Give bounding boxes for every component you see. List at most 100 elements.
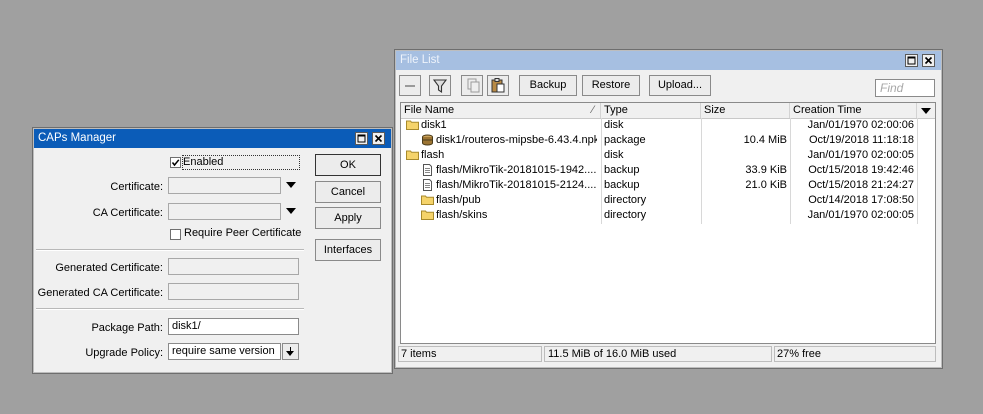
close-icon	[374, 134, 383, 143]
table-row[interactable]: flash disk Jan/01/1970 02:00:05	[401, 148, 933, 163]
apply-button[interactable]: Apply	[315, 207, 381, 229]
file-icon	[421, 179, 434, 192]
file-type-cell: disk	[604, 149, 624, 161]
require-peer-label[interactable]: Require Peer Certificate	[184, 227, 301, 239]
file-name-cell: disk1	[421, 119, 447, 131]
file-name-cell: flash	[421, 149, 445, 161]
file-size-cell	[701, 208, 787, 223]
file-creation-time-cell: Jan/01/1970 02:00:05	[807, 209, 914, 221]
file-type-cell: backup	[604, 164, 640, 176]
generated-certificate-label: Generated Certificate:	[55, 262, 163, 274]
package-icon	[421, 134, 434, 147]
table-row[interactable]: flash/skins directory Jan/01/1970 02:00:05	[401, 208, 933, 223]
upgrade-policy-select[interactable]: require same version	[168, 343, 281, 360]
file-creation-time-cell: Jan/01/1970 02:00:05	[807, 149, 914, 161]
file-type-cell: backup	[604, 179, 640, 191]
file-name-cell: flash/MikroTik-20181015-2124....	[436, 179, 597, 191]
generated-ca-certificate-label: Generated CA Certificate:	[37, 287, 163, 299]
folder-icon	[406, 119, 419, 132]
separator	[36, 308, 304, 310]
generated-certificate-field	[168, 258, 299, 275]
file-size-cell	[701, 118, 787, 133]
remove-button[interactable]	[399, 75, 421, 96]
ca-certificate-label: CA Certificate:	[92, 207, 163, 219]
status-disk-usage: 11.5 MiB of 16.0 MiB used	[544, 346, 772, 362]
upgrade-policy-label: Upgrade Policy:	[85, 347, 163, 359]
separator	[36, 249, 304, 251]
table-row[interactable]: flash/MikroTik-20181015-2124.... backup 21…	[401, 178, 933, 193]
restore-button[interactable]: Restore	[582, 75, 640, 96]
column-header-type[interactable]: Type	[601, 103, 701, 118]
file-type-cell: package	[604, 134, 646, 146]
package-path-input[interactable]: disk1/	[168, 318, 299, 335]
close-button[interactable]	[922, 54, 935, 67]
column-header-size[interactable]: Size	[701, 103, 790, 118]
checkmark-icon	[171, 159, 180, 167]
certificate-dropdown-arrow-icon[interactable]	[286, 182, 296, 188]
file-creation-time-cell: Oct/15/2018 21:24:27	[808, 179, 914, 191]
interfaces-button[interactable]: Interfaces	[315, 239, 381, 261]
file-creation-time-cell: Oct/19/2018 11:18:18	[809, 134, 914, 146]
column-header-file-name[interactable]: File Name ⁄	[401, 103, 601, 118]
filter-icon	[432, 79, 448, 94]
maximize-button[interactable]	[905, 54, 918, 67]
close-button[interactable]	[372, 132, 385, 145]
paste-icon	[491, 78, 505, 93]
file-creation-time-cell: Jan/01/1970 02:00:06	[807, 119, 914, 131]
table-row[interactable]: flash/pub directory Oct/14/2018 17:08:50	[401, 193, 933, 208]
maximize-icon	[907, 56, 916, 65]
file-list-window: File List Backup Restore Upload... Find …	[394, 49, 943, 369]
table-row[interactable]: flash/MikroTik-20181015-1942.... backup 33…	[401, 163, 933, 178]
window-title: CAPs Manager	[38, 132, 116, 144]
file-size-cell: 10.4 MiB	[743, 134, 787, 146]
ok-button[interactable]: OK	[315, 154, 381, 176]
upgrade-policy-dropdown-button[interactable]	[282, 343, 299, 360]
file-list-titlebar[interactable]: File List	[396, 51, 941, 70]
maximize-button[interactable]	[355, 132, 368, 145]
file-type-cell: directory	[604, 209, 647, 221]
certificate-select[interactable]	[168, 177, 281, 194]
caps-manager-titlebar[interactable]: CAPs Manager	[34, 129, 391, 148]
enabled-checkbox[interactable]	[170, 157, 181, 168]
column-menu-arrow-icon	[921, 108, 931, 114]
ca-certificate-select[interactable]	[168, 203, 281, 220]
file-size-cell	[701, 193, 787, 208]
caps-manager-window: CAPs Manager Enabled Certificate: CA Cer…	[32, 127, 393, 374]
file-creation-time-cell: Oct/15/2018 19:42:46	[808, 164, 914, 176]
ca-certificate-dropdown-arrow-icon[interactable]	[286, 208, 296, 214]
copy-icon	[467, 78, 480, 93]
cancel-button[interactable]: Cancel	[315, 181, 381, 203]
copy-button[interactable]	[461, 75, 483, 96]
require-peer-checkbox[interactable]	[170, 229, 181, 240]
package-path-label: Package Path:	[91, 322, 163, 334]
table-row[interactable]: disk1/routeros-mipsbe-6.43.4.npk package 1…	[401, 133, 933, 148]
table-row[interactable]: disk1 disk Jan/01/1970 02:00:06	[401, 118, 933, 133]
minus-icon	[405, 85, 415, 87]
file-size-cell: 33.9 KiB	[745, 164, 787, 176]
dropdown-arrow-icon	[286, 347, 295, 356]
folder-icon	[421, 209, 434, 222]
generated-ca-certificate-field	[168, 283, 299, 300]
backup-button[interactable]: Backup	[519, 75, 577, 96]
window-title: File List	[400, 54, 440, 66]
folder-icon	[421, 194, 434, 207]
find-input[interactable]: Find	[875, 79, 935, 97]
file-name-cell: flash/skins	[436, 209, 488, 221]
folder-icon	[406, 149, 419, 162]
column-menu-button[interactable]	[917, 103, 935, 118]
file-name-cell: flash/pub	[436, 194, 481, 206]
upload-button[interactable]: Upload...	[649, 75, 711, 96]
file-name-cell: disk1/routeros-mipsbe-6.43.4.npk	[436, 134, 597, 146]
file-icon	[421, 164, 434, 177]
column-header-creation-time[interactable]: Creation Time	[790, 103, 917, 118]
file-table: File Name ⁄ Type Size Creation Time disk…	[400, 102, 936, 344]
table-header: File Name ⁄ Type Size Creation Time	[401, 103, 935, 119]
file-name-cell: flash/MikroTik-20181015-1942....	[436, 164, 597, 176]
enabled-label[interactable]: Enabled	[182, 155, 300, 170]
file-type-cell: directory	[604, 194, 647, 206]
paste-button[interactable]	[487, 75, 509, 96]
maximize-icon	[357, 134, 366, 143]
filter-button[interactable]	[429, 75, 451, 96]
file-size-cell	[701, 148, 787, 163]
file-size-cell: 21.0 KiB	[745, 179, 787, 191]
